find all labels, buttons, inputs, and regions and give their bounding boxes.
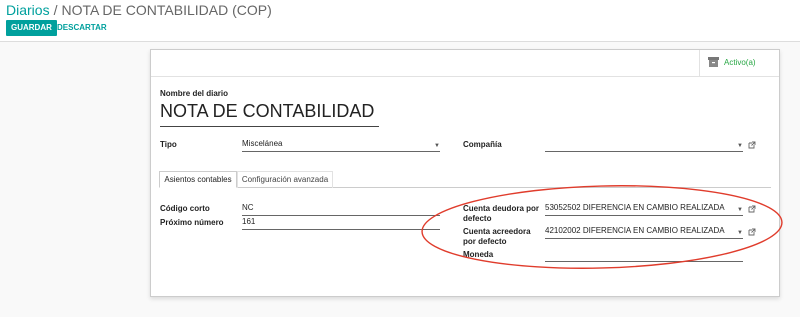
next-number-label: Próximo número [160,218,224,227]
save-button[interactable]: GUARDAR [6,20,57,36]
chevron-down-icon: ▼ [737,207,743,213]
credit-account-value: 42102002 DIFERENCIA EN CAMBIO REALIZADA [545,226,725,235]
external-link-icon[interactable] [748,228,756,236]
chevron-down-icon: ▼ [737,230,743,236]
company-label: Compañía [463,140,502,149]
currency-select[interactable] [545,248,743,262]
debit-account-label: Cuenta deudora por defecto [463,204,540,223]
credit-account-label: Cuenta acreedora por defecto [463,227,531,246]
tipo-select[interactable]: Miscelánea ▼ [242,138,440,152]
button-box: Activo(a) [151,50,779,77]
credit-account-select[interactable]: 42102002 DIFERENCIA EN CAMBIO REALIZADA … [545,225,743,239]
debit-account-select[interactable]: 53052502 DIFERENCIA EN CAMBIO REALIZADA … [545,202,743,216]
breadcrumb-current: NOTA DE CONTABILIDAD (COP) [61,2,272,18]
next-number-input[interactable]: 161 [242,216,440,230]
tipo-value: Miscelánea [242,139,283,148]
active-toggle-button[interactable]: Activo(a) [699,50,779,76]
external-link-icon[interactable] [748,141,756,149]
active-status-label: Activo(a) [724,58,756,67]
chevron-down-icon: ▼ [737,143,743,149]
external-link-icon[interactable] [748,205,756,213]
tab-asientos-contables[interactable]: Asientos contables [159,171,237,188]
breadcrumb-separator: / [53,2,58,18]
short-code-label: Código corto [160,204,210,213]
breadcrumb-link-diarios[interactable]: Diarios [6,2,50,18]
tab-configuracion-avanzada[interactable]: Configuración avanzada [237,171,333,188]
discard-button[interactable]: DESCARTAR [57,20,107,36]
chevron-down-icon: ▼ [434,143,440,149]
form-sheet: Activo(a) Nombre del diario NOTA DE CONT… [150,49,780,297]
short-code-input[interactable]: NC [242,202,440,216]
currency-label: Moneda [463,250,494,259]
company-select[interactable]: ▼ [545,138,743,152]
journal-name-input[interactable]: NOTA DE CONTABILIDAD [160,99,379,127]
control-panel: Diarios / NOTA DE CONTABILIDAD (COP) GUARD… [0,0,800,42]
debit-account-value: 53052502 DIFERENCIA EN CAMBIO REALIZADA [545,203,725,212]
breadcrumb: Diarios / NOTA DE CONTABILIDAD (COP) [6,2,272,18]
notebook-tabs: Asientos contables Configuración avanzad… [159,171,771,188]
journal-name-label: Nombre del diario [160,89,229,98]
tipo-label: Tipo [160,140,177,149]
archive-icon [708,57,719,67]
